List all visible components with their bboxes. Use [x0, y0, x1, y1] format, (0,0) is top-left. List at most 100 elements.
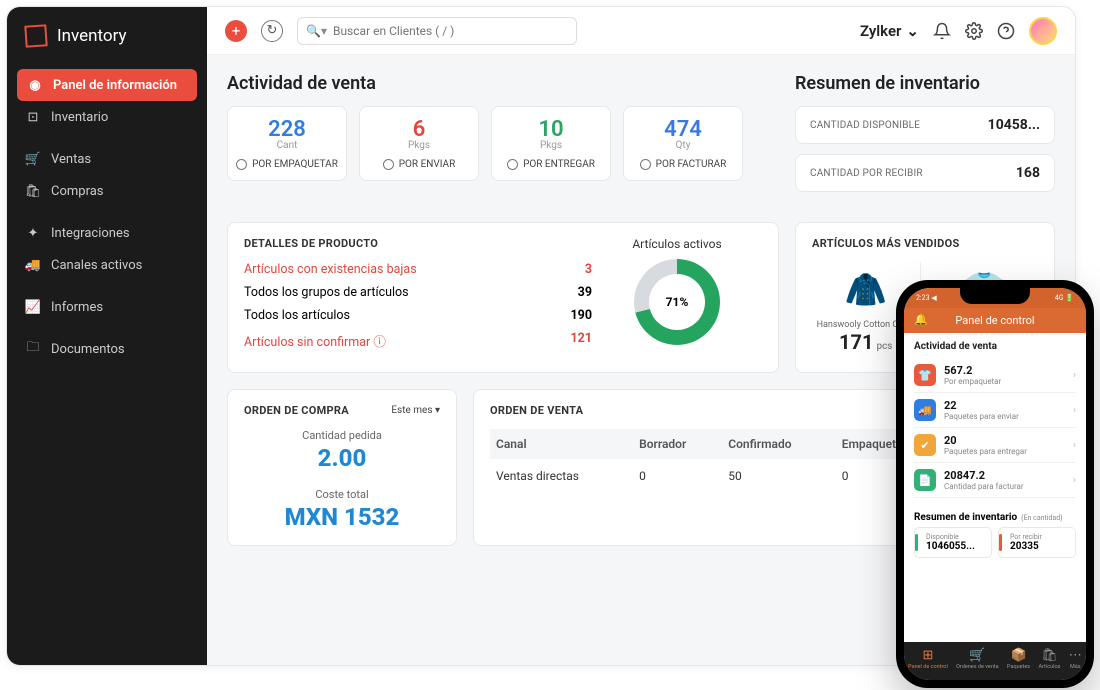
inv-to-receive-label: CANTIDAD POR RECIBIR — [810, 168, 923, 179]
stat-card-to-pack[interactable]: 228 Cant POR EMPAQUETAR — [227, 106, 347, 181]
phone-row-invoice[interactable]: 📄 20847.2Cantidad para facturar › — [914, 463, 1076, 498]
phone-row-deliver[interactable]: ✔ 20Paquetes para entregar › — [914, 428, 1076, 463]
topbar: + 🔍▾ Zylker ⌄ — [207, 7, 1075, 55]
po-qty-value: 2.00 — [244, 444, 440, 472]
po-cost-value: MXN 1532 — [244, 503, 440, 531]
stat-value: 10 — [492, 117, 610, 142]
phone-notch — [960, 288, 1030, 304]
active-items-title: Artículos activos — [592, 237, 762, 251]
stat-value: 474 — [624, 117, 742, 142]
donut-value: 71% — [649, 274, 705, 330]
purchase-order-title: ORDEN DE COMPRA — [244, 404, 349, 417]
stat-foot: POR ENVIAR — [399, 159, 456, 170]
sidebar-item-documents[interactable]: 🗀 Documentos — [7, 333, 207, 365]
phone-inv-available: Disponible 1046055... — [914, 527, 992, 558]
sales-activity-title: Actividad de venta — [227, 73, 765, 94]
brand: Inventory — [7, 25, 207, 69]
sidebar-item-sales[interactable]: 🛒 Ventas — [7, 143, 207, 175]
inv-available-value: 10458... — [988, 117, 1040, 133]
pd-item-groups[interactable]: Todos los grupos de artículos39 — [244, 285, 592, 300]
phone-row-pack[interactable]: 👕 567.2Por empaquetar › — [914, 358, 1076, 393]
gear-icon[interactable] — [965, 22, 983, 40]
sidebar-item-label: Inventario — [51, 110, 108, 125]
help-icon[interactable] — [997, 22, 1015, 40]
chevron-right-icon: › — [1073, 440, 1076, 451]
sidebar-item-label: Informes — [51, 300, 103, 315]
sidebar-item-channels[interactable]: 🚚 Canales activos — [7, 249, 207, 281]
pd-low-stock[interactable]: Artículos con existencias bajas3 — [244, 262, 592, 277]
sidebar: Inventory ◉ Panel de información ⊡ Inven… — [7, 7, 207, 665]
search-icon: 🔍▾ — [306, 24, 327, 38]
cart-icon: 🛒 — [956, 648, 999, 663]
product-qty: 171 — [839, 330, 873, 354]
stat-sub: Cant — [228, 140, 346, 151]
phone-tab-dashboard[interactable]: ⊞Panel de control — [908, 648, 948, 670]
org-switcher[interactable]: Zylker ⌄ — [860, 22, 919, 40]
clock-icon — [507, 159, 518, 170]
reports-icon: 📈 — [25, 299, 41, 315]
stat-sub: Qty — [624, 140, 742, 151]
brand-icon — [24, 24, 47, 47]
chevron-right-icon: › — [1073, 405, 1076, 416]
product-unit: pcs — [876, 341, 892, 352]
sidebar-item-dashboard[interactable]: ◉ Panel de información — [17, 69, 197, 101]
stat-card-to-deliver[interactable]: 10 Pkgs POR ENTREGAR — [491, 106, 611, 181]
pd-unconfirmed[interactable]: Artículos sin confirmar ⓘ121 — [244, 331, 592, 350]
active-items-donut: 71% — [634, 259, 720, 345]
truck-icon: 🚚 — [25, 257, 41, 273]
cart-icon: 🛒 — [25, 151, 41, 167]
clock-icon — [236, 159, 247, 170]
phone-inv-sub: (En cantidad) — [1021, 514, 1062, 522]
deliver-icon: ✔ — [914, 434, 936, 456]
inventory-summary-title: Resumen de inventario — [795, 73, 1055, 94]
stat-foot: POR FACTURAR — [656, 159, 727, 170]
purchase-order-range[interactable]: Este mes ▾ — [391, 405, 440, 416]
bell-icon[interactable]: 🔔 — [914, 313, 928, 326]
phone-tab-packages[interactable]: 📦Paquetes — [1007, 648, 1030, 670]
history-button[interactable] — [261, 20, 283, 42]
sidebar-item-label: Compras — [51, 184, 104, 199]
bag-icon: 🛍 — [1038, 648, 1060, 663]
org-name: Zylker — [860, 22, 901, 40]
inv-available-label: CANTIDAD DISPONIBLE — [810, 120, 920, 131]
phone-tab-sales[interactable]: 🛒Ordenes de venta — [956, 648, 999, 670]
sidebar-item-inventory[interactable]: ⊡ Inventario — [7, 101, 207, 133]
inv-to-receive-row: CANTIDAD POR RECIBIR 168 — [795, 154, 1055, 192]
top-selling-title: ARTÍCULOS MÁS VENDIDOS — [812, 237, 1038, 250]
so-col-confirmed: Confirmado — [722, 429, 835, 459]
phone-row-ship[interactable]: 🚚 22Paquetes para enviar › — [914, 393, 1076, 428]
integration-icon: ✦ — [25, 225, 41, 241]
inv-to-receive-value: 168 — [1016, 165, 1040, 181]
stat-foot: POR EMPAQUETAR — [252, 159, 338, 170]
search-input[interactable] — [333, 24, 568, 38]
sidebar-item-integrations[interactable]: ✦ Integraciones — [7, 217, 207, 249]
dashboard-icon: ◉ — [27, 77, 43, 93]
phone-inv-title: Resumen de inventario — [914, 512, 1017, 523]
sidebar-item-purchases[interactable]: 🛍 Compras — [7, 175, 207, 207]
add-button[interactable]: + — [225, 20, 247, 42]
folder-icon: 🗀 — [25, 341, 41, 357]
chevron-down-icon: ⌄ — [906, 22, 919, 40]
invoice-icon: 📄 — [914, 469, 936, 491]
stat-foot: POR ENTREGAR — [523, 159, 595, 170]
phone-mock: 2:23 ◀ 4G 🔋 🔔 Panel de control Actividad… — [896, 280, 1094, 688]
phone-header: 🔔 Panel de control — [904, 308, 1086, 333]
stat-value: 228 — [228, 117, 346, 142]
sidebar-item-label: Panel de información — [53, 78, 177, 93]
phone-activity-title: Actividad de venta — [914, 341, 1076, 352]
purchase-order-panel: ORDEN DE COMPRA Este mes ▾ Cantidad pedi… — [227, 389, 457, 546]
sidebar-item-label: Ventas — [51, 152, 91, 167]
stat-sub: Pkgs — [360, 140, 478, 151]
clock-icon — [383, 159, 394, 170]
stat-card-to-invoice[interactable]: 474 Qty POR FACTURAR — [623, 106, 743, 181]
inventory-summary-section: Resumen de inventario CANTIDAD DISPONIBL… — [795, 73, 1055, 202]
avatar[interactable] — [1029, 17, 1057, 45]
phone-tab-more[interactable]: ⋯Más — [1069, 648, 1082, 670]
brand-label: Inventory — [57, 26, 127, 46]
stat-card-to-ship[interactable]: 6 Pkgs POR ENVIAR — [359, 106, 479, 181]
search-input-wrap[interactable]: 🔍▾ — [297, 17, 577, 45]
phone-tab-items[interactable]: 🛍Artículos — [1038, 648, 1060, 670]
pd-all-items[interactable]: Todos los artículos190 — [244, 308, 592, 323]
sidebar-item-reports[interactable]: 📈 Informes — [7, 291, 207, 323]
bell-icon[interactable] — [933, 22, 951, 40]
